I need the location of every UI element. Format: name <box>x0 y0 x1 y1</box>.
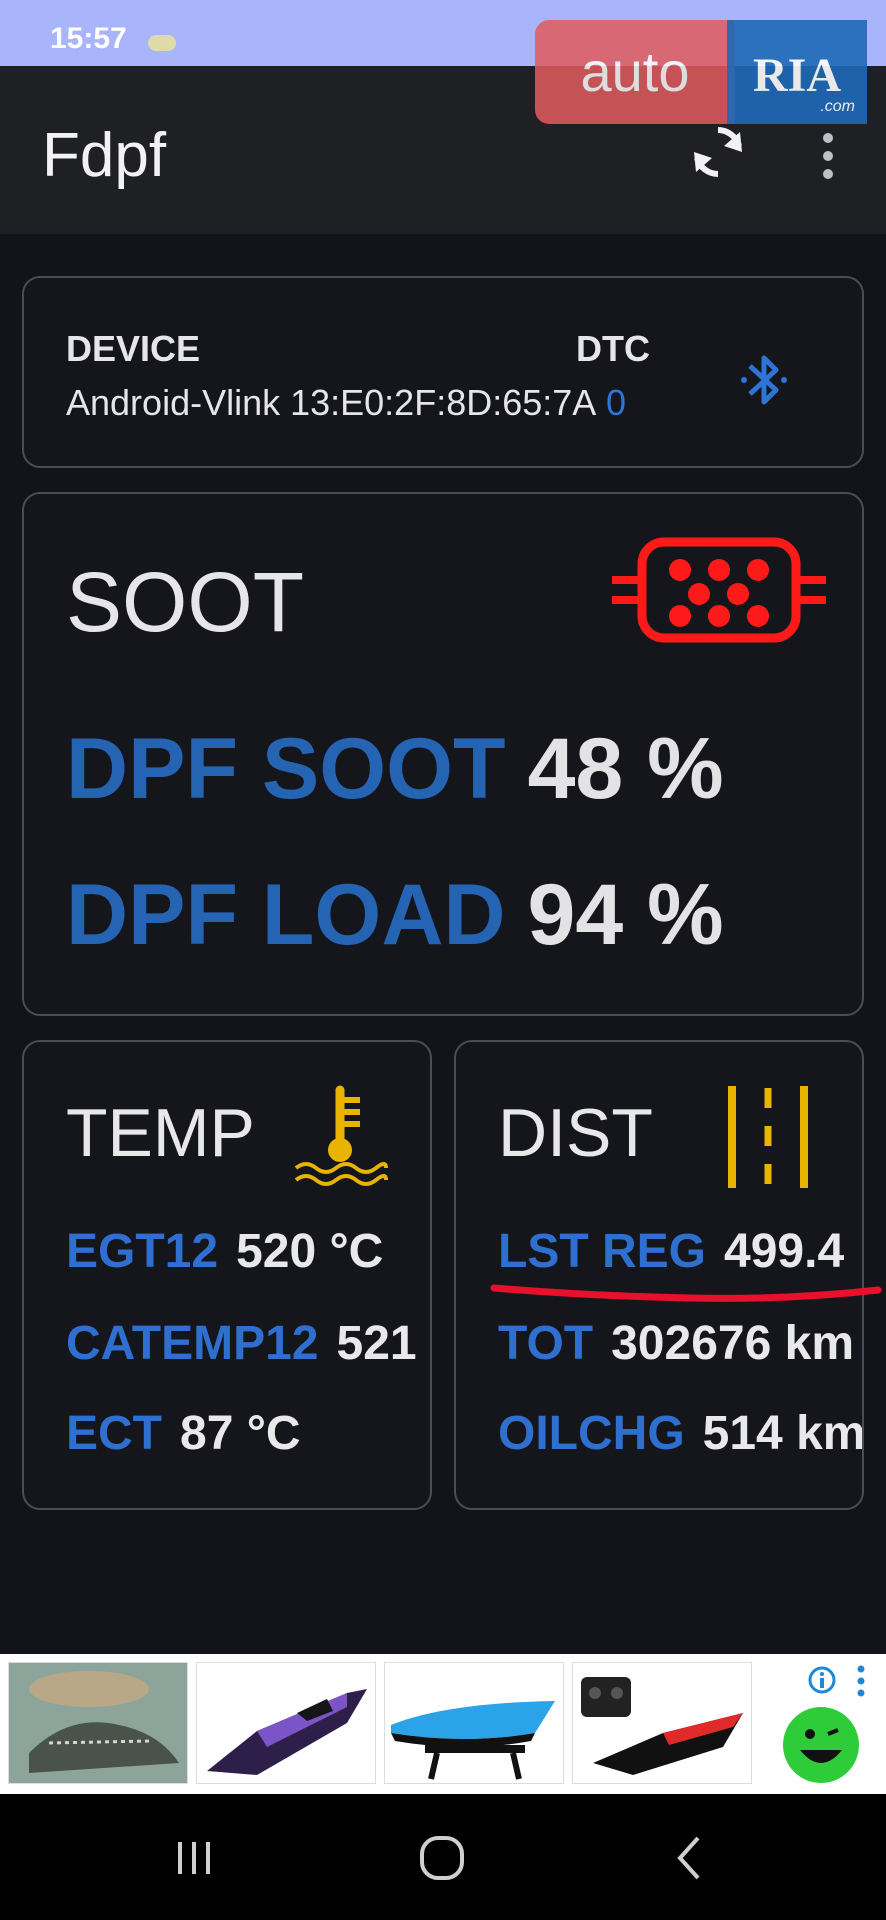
dpf-load-row: DPF LOAD 94 % <box>66 866 724 965</box>
navigation-bar <box>0 1794 886 1920</box>
info-icon[interactable] <box>808 1666 836 1694</box>
dpf-soot-value: 48 % <box>527 721 724 817</box>
bluetooth-icon[interactable] <box>736 348 792 412</box>
dtc-value: 0 <box>606 382 627 423</box>
oilchg-row: OILCHG 514 km <box>498 1406 864 1461</box>
tot-row: TOT 302676 km <box>498 1316 854 1371</box>
catemp12-row: CATEMP12 521 <box>66 1316 417 1371</box>
device-label: DEVICE <box>66 328 201 369</box>
status-indicator-icon <box>148 35 176 51</box>
lst-reg-value: 499.4 <box>724 1225 845 1278</box>
lst-reg-row: LST REG 499.4 <box>498 1224 844 1279</box>
tot-value: 302676 km <box>611 1317 854 1370</box>
ad-more-vert-icon[interactable] <box>856 1664 866 1698</box>
soot-title: SOOT <box>66 555 305 649</box>
watermark-logo: auto RIA .com <box>535 20 867 125</box>
temp-title: TEMP <box>66 1095 255 1171</box>
red-rc-boat-with-remote-icon <box>581 1677 743 1775</box>
crocodile-boat-toy-icon <box>9 1663 187 1783</box>
tot-label: TOT <box>498 1317 594 1370</box>
purple-speed-boat-icon <box>207 1689 367 1775</box>
dpf-filter-icon <box>612 537 826 643</box>
refresh-icon[interactable] <box>690 124 746 180</box>
red-underline-annotation <box>490 1284 882 1302</box>
ect-value: 87 °C <box>180 1407 301 1460</box>
back-icon[interactable] <box>660 1828 720 1888</box>
watermark-auto: auto <box>535 20 735 124</box>
dist-title: DIST <box>498 1095 653 1171</box>
ad-item-crocodile-boat[interactable] <box>8 1662 188 1784</box>
catemp12-value: 521 <box>336 1317 417 1370</box>
dtc-label: DTC <box>576 328 650 369</box>
ad-item-purple-speed-boat[interactable] <box>196 1662 376 1784</box>
watermark-ria-text: RIA <box>752 49 841 102</box>
dpf-soot-row: DPF SOOT 48 % <box>66 720 724 819</box>
dpf-soot-label: DPF SOOT <box>66 721 506 817</box>
soot-card: SOOT DPF SOOT 48 % DPF LOAD 94 % <box>22 492 864 1016</box>
dpf-load-label: DPF LOAD <box>66 867 506 963</box>
smiley-logo-icon[interactable] <box>780 1704 862 1786</box>
more-vert-icon[interactable] <box>814 128 842 184</box>
temp-card: TEMP EGT12 520 °C CATEMP12 521 ECT 87 °C <box>22 1040 432 1510</box>
ad-item-blue-rc-boat[interactable] <box>384 1662 564 1784</box>
dpf-load-value: 94 % <box>527 867 724 963</box>
egt12-label: EGT12 <box>66 1225 219 1278</box>
status-time: 15:57 <box>50 22 127 55</box>
road-lanes-icon <box>728 1086 808 1188</box>
egt12-row: EGT12 520 °C <box>66 1224 383 1279</box>
oilchg-label: OILCHG <box>498 1407 685 1460</box>
ect-row: ECT 87 °C <box>66 1406 301 1461</box>
recent-apps-icon[interactable] <box>164 1828 224 1888</box>
coolant-temperature-icon <box>294 1085 388 1186</box>
ad-item-red-rc-boat[interactable] <box>572 1662 752 1784</box>
home-icon[interactable] <box>412 1828 472 1888</box>
oilchg-value: 514 km <box>702 1407 864 1460</box>
watermark-ria: RIA .com <box>727 20 867 124</box>
device-value: Android-Vlink 13:E0:2F:8D:65:7A <box>66 382 597 423</box>
lst-reg-label: LST REG <box>498 1225 707 1278</box>
watermark-com: .com <box>820 98 855 115</box>
app-title: Fdpf <box>42 121 167 190</box>
egt12-value: 520 °C <box>236 1225 384 1278</box>
catemp12-label: CATEMP12 <box>66 1317 319 1370</box>
device-card[interactable]: DEVICE Android-Vlink 13:E0:2F:8D:65:7A D… <box>22 276 864 468</box>
ad-banner[interactable] <box>0 1654 886 1794</box>
blue-rc-boat-icon <box>391 1701 555 1780</box>
ect-label: ECT <box>66 1407 162 1460</box>
